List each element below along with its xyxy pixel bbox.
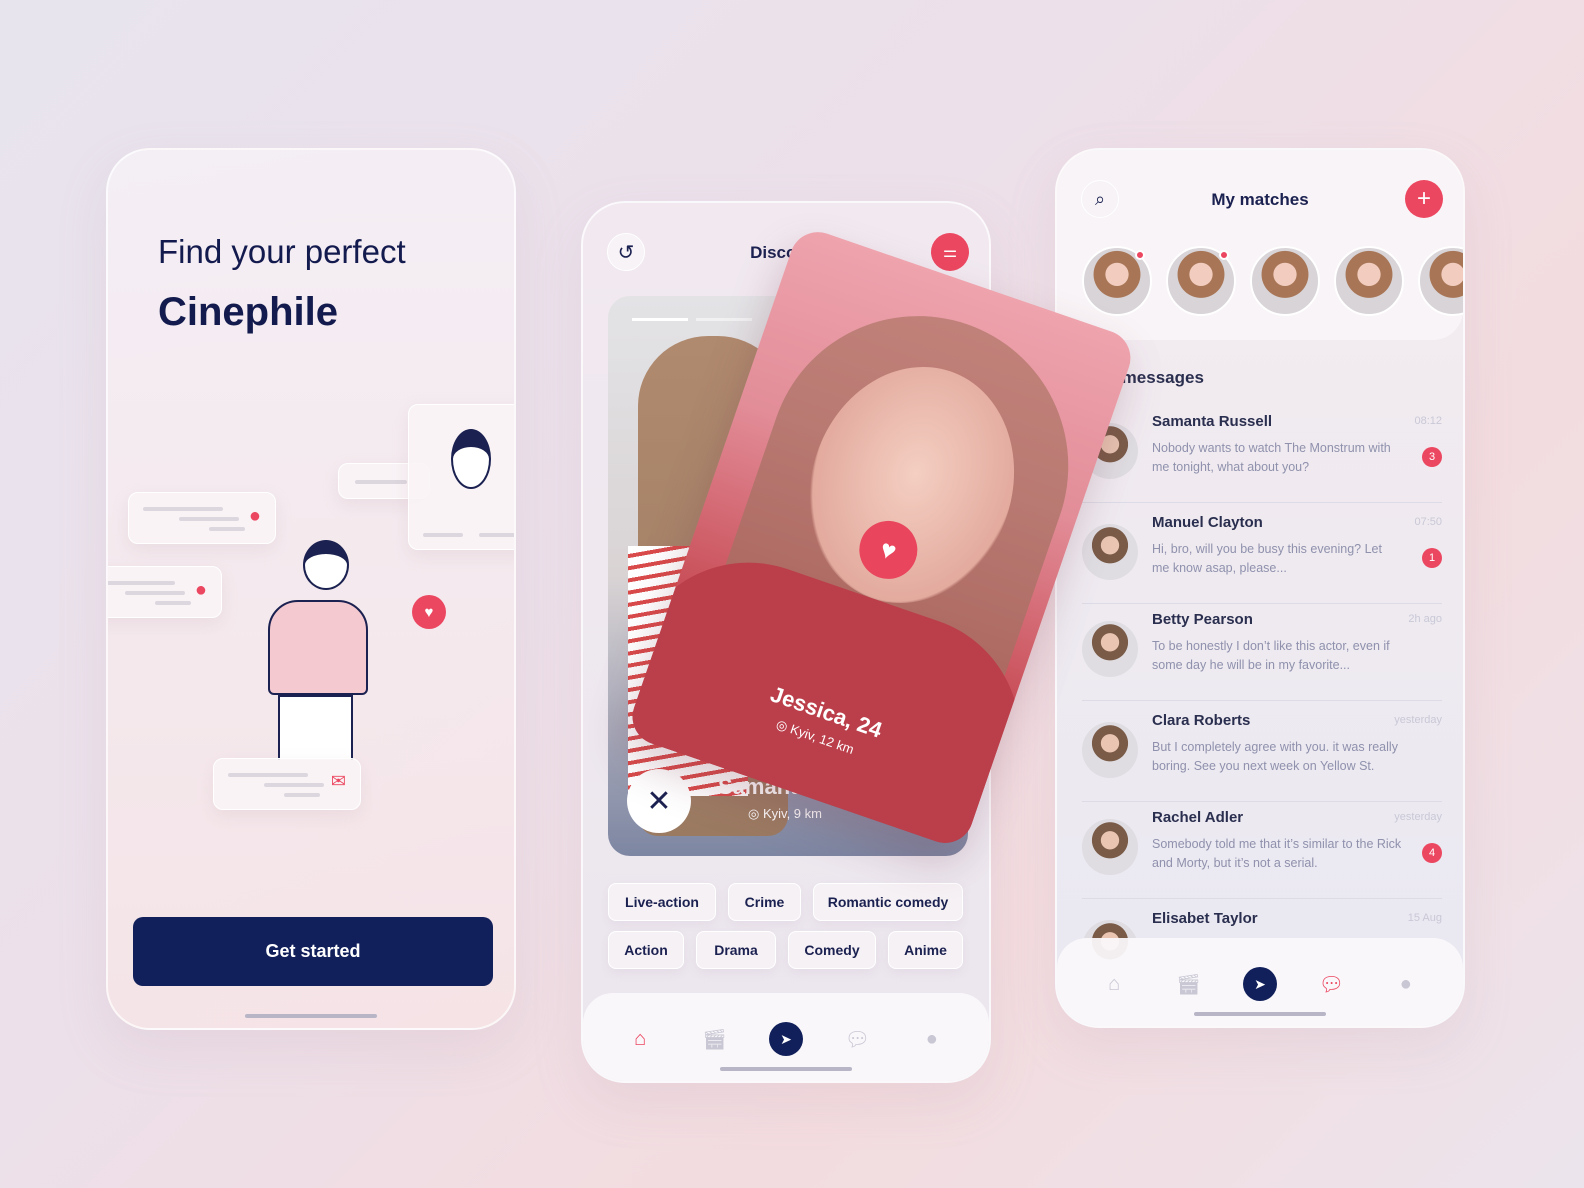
message-time: yesterday (1394, 811, 1442, 823)
clapperboard-icon[interactable]: 🎬︎ (695, 1019, 735, 1059)
unread-badge: 1 (1422, 548, 1442, 568)
message-time: 2h ago (1408, 613, 1442, 625)
home-icon[interactable]: ⌂ (620, 1019, 660, 1059)
genre-tag[interactable]: Live-action (608, 883, 716, 921)
message-time: 07:50 (1414, 516, 1442, 528)
home-icon[interactable]: ⌂ (1094, 964, 1134, 1004)
avatar (1082, 621, 1138, 677)
message-preview: Somebody told me that it’s similar to th… (1152, 837, 1402, 870)
chat-icon[interactable]: 💬︎ (837, 1019, 877, 1059)
genre-tag[interactable]: Action (608, 931, 684, 969)
avatar (1082, 819, 1138, 875)
back-card-location: ◎ Kyiv, 9 km (748, 806, 822, 821)
add-icon[interactable]: + (1405, 180, 1443, 218)
home-indicator (245, 1014, 377, 1018)
clapperboard-icon[interactable]: 🎬︎ (1169, 964, 1209, 1004)
sender-name: Samanta Russell (1152, 413, 1273, 430)
user-icon: ● (194, 579, 207, 601)
onboarding-screen: Find your perfect Cinephile ● ● ♥ ✉ Get s… (106, 148, 516, 1030)
compass-icon[interactable]: ➤ (768, 1022, 803, 1056)
get-started-button[interactable]: Get started (133, 917, 493, 986)
profile-icon[interactable]: ● (912, 1019, 952, 1059)
genre-tag[interactable]: Anime (888, 931, 963, 969)
unread-badge: 3 (1422, 447, 1442, 467)
undo-icon[interactable]: ↺ (607, 233, 645, 271)
message-preview: Hi, bro, will you be busy this evening? … (1152, 542, 1382, 575)
online-dot (1219, 250, 1229, 260)
message-row[interactable]: Betty Pearson To be honestly I don’t like… (1082, 603, 1442, 701)
message-time: 15 Aug (1407, 912, 1442, 924)
message-row[interactable]: Manuel Clayton Hi, bro, will you be busy … (1082, 506, 1442, 604)
profile-card-illustration (408, 404, 514, 550)
title-line-1: Find your perfect (158, 233, 406, 270)
online-dot (1135, 250, 1145, 260)
search-icon[interactable]: ⌕ (1081, 180, 1119, 218)
avatar (1082, 722, 1138, 778)
message-preview: But I completely agree with you. it was … (1152, 740, 1398, 773)
home-indicator (720, 1067, 852, 1071)
chat-bubble-2: ● (108, 566, 222, 618)
dislike-button[interactable]: ✕ (627, 769, 691, 833)
genre-tag[interactable]: Drama (696, 931, 776, 969)
message-row[interactable]: Samanta Russell Nobody wants to watch The… (1082, 405, 1442, 503)
genre-tag[interactable]: Crime (728, 883, 801, 921)
match-avatar[interactable] (1250, 246, 1320, 316)
illustration-person (258, 540, 368, 760)
title-line-2: Cinephile (158, 290, 339, 334)
filter-icon[interactable]: ⚌ (931, 233, 969, 271)
sender-name: Elisabet Taylor (1152, 910, 1258, 927)
profile-icon[interactable]: ● (1386, 964, 1426, 1004)
message-preview: To be honestly I don’t like this actor, … (1152, 639, 1390, 672)
sender-name: Rachel Adler (1152, 809, 1244, 826)
message-preview: Nobody wants to watch The Monstrum with … (1152, 441, 1391, 474)
sender-name: Manuel Clayton (1152, 514, 1263, 531)
chat-bubble-4: ✉ (213, 758, 361, 810)
message-time: yesterday (1394, 714, 1442, 726)
message-time: 08:12 (1414, 415, 1442, 427)
chat-icon[interactable]: 💬︎ (1311, 964, 1351, 1004)
message-row[interactable]: Clara Roberts But I completely agree with… (1082, 704, 1442, 802)
user-icon: ● (248, 505, 261, 527)
match-avatar[interactable] (1334, 246, 1404, 316)
compass-icon[interactable]: ➤ (1242, 967, 1277, 1001)
message-row[interactable]: Rachel Adler Somebody told me that it’s s… (1082, 801, 1442, 899)
chat-bubble-1: ● (128, 492, 276, 544)
genre-tag[interactable]: Comedy (788, 931, 876, 969)
sender-name: Clara Roberts (1152, 712, 1251, 729)
location-text: Kyiv, 9 km (762, 806, 822, 821)
sender-name: Betty Pearson (1152, 611, 1253, 628)
genre-tag[interactable]: Romantic comedy (813, 883, 963, 921)
heart-icon: ♥ (412, 595, 446, 629)
matches-screen: My matches ⌕ + New messages Samanta Russ… (1055, 148, 1465, 1028)
avatar (1082, 524, 1138, 580)
onboarding-title: Find your perfect Cinephile (158, 222, 406, 342)
unread-badge: 4 (1422, 843, 1442, 863)
mail-icon: ✉ (330, 771, 346, 791)
home-indicator (1194, 1012, 1326, 1016)
